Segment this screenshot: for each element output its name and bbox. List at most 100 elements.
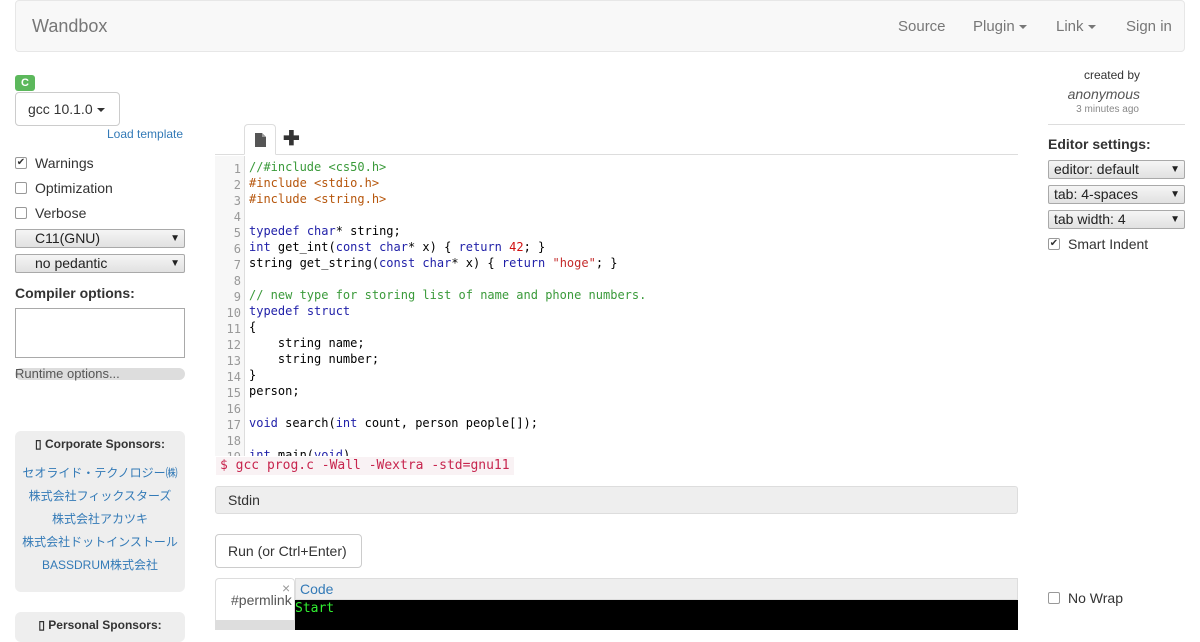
line-number: 1 xyxy=(233,162,241,176)
code-text: void search(int count, person people[]); xyxy=(249,416,539,430)
brand-logo[interactable]: Wandbox xyxy=(32,16,107,37)
author-name: anonymous xyxy=(1067,86,1140,102)
nav-signin-link[interactable]: Sign in xyxy=(1126,18,1172,35)
dropdown-arrow-icon: ▼ xyxy=(1170,164,1180,175)
runtime-options-toggle[interactable]: Runtime options... xyxy=(15,367,185,380)
sponsor-link[interactable]: 株式会社ドットインストール xyxy=(15,534,185,557)
run-button[interactable]: Run (or Ctrl+Enter) xyxy=(215,534,362,568)
line-number: 10 xyxy=(226,306,241,320)
verbose-label: Verbose xyxy=(35,205,87,221)
corporate-sponsors-title: ▯ Corporate Sponsors: xyxy=(35,437,165,451)
navbar: Wandbox Source Plugin Link Sign in xyxy=(15,0,1185,52)
code-text: // new type for storing list of name and… xyxy=(249,288,647,302)
code-line[interactable]: 15 person; xyxy=(215,384,1015,402)
nav-link-dropdown[interactable]: Link xyxy=(1056,18,1096,35)
line-number: 4 xyxy=(233,210,241,224)
std-select[interactable]: C11(GNU) ▼ xyxy=(15,229,185,248)
line-number: 7 xyxy=(233,258,241,272)
editor-mode-value: editor: default xyxy=(1054,161,1139,177)
code-text: int get_int(const char* x) { return 42; … xyxy=(249,240,546,254)
file-icon xyxy=(254,133,266,148)
code-line[interactable]: 14} xyxy=(215,368,1015,386)
close-icon[interactable]: × xyxy=(282,580,290,596)
compile-command: $ gcc prog.c -Wall -Wextra -std=gnu11 xyxy=(216,457,514,475)
code-text: { xyxy=(249,320,257,334)
code-editor[interactable]: 1 //#include <cs50.h> 2 #include <stdio.h> 3… xyxy=(215,156,1018,456)
load-template-link[interactable]: Load template xyxy=(107,127,183,141)
optimization-option[interactable]: Optimization xyxy=(15,178,113,198)
code-text: //#include <cs50.h> xyxy=(249,160,387,174)
personal-sponsors-box: ▯ Personal Sponsors: xyxy=(15,612,185,642)
warnings-checkbox[interactable]: ✔ xyxy=(15,157,27,169)
line-number: 6 xyxy=(233,242,241,256)
nav-link-label: Link xyxy=(1056,18,1084,35)
tab-width-select[interactable]: tab width: 4 ▼ xyxy=(1048,210,1185,229)
code-line[interactable]: 19 int main(void) xyxy=(215,448,1015,456)
language-badge: C xyxy=(15,75,35,91)
chevron-down-icon xyxy=(96,108,105,113)
editor-mode-select[interactable]: editor: default ▼ xyxy=(1048,160,1185,179)
verbose-checkbox[interactable] xyxy=(15,207,27,219)
program-output: Start xyxy=(295,600,1018,630)
line-number: 14 xyxy=(226,370,241,384)
sponsor-link[interactable]: BASSDRUM株式会社 xyxy=(15,557,185,580)
std-select-value: C11(GNU) xyxy=(35,230,101,246)
compiler-select-button[interactable]: gcc 10.1.0 xyxy=(15,92,120,126)
code-line[interactable]: 13 string number; xyxy=(215,352,1015,370)
line-number: 13 xyxy=(226,354,241,368)
pedantic-select-value: no pedantic xyxy=(35,255,108,271)
line-number: 15 xyxy=(226,386,241,400)
pedantic-select[interactable]: no pedantic ▼ xyxy=(15,254,185,273)
line-number: 17 xyxy=(226,418,241,432)
code-text: int main(void) xyxy=(249,448,351,456)
output-text: Start xyxy=(295,601,335,616)
editor-settings-title: Editor settings: xyxy=(1048,136,1151,152)
add-file-icon[interactable]: ✚ xyxy=(283,126,300,151)
sponsor-link[interactable]: 株式会社フィックスターズ xyxy=(15,488,185,511)
line-number: 16 xyxy=(226,402,241,416)
nav-plugin-dropdown[interactable]: Plugin xyxy=(973,18,1027,35)
stdin-toggle[interactable]: Stdin xyxy=(215,486,1018,514)
code-text: #include <string.h> xyxy=(249,192,387,206)
sponsor-link[interactable]: 株式会社アカツキ xyxy=(15,511,185,534)
line-number: 12 xyxy=(226,338,241,352)
optimization-label: Optimization xyxy=(35,180,113,196)
no-wrap-option[interactable]: No Wrap xyxy=(1048,588,1123,608)
code-line[interactable]: 10 typedef struct xyxy=(215,304,1015,322)
verbose-option[interactable]: Verbose xyxy=(15,203,86,223)
corporate-sponsors-list: セオライド・テクノロジー㈱ 株式会社フィックスターズ 株式会社アカツキ 株式会社… xyxy=(15,465,185,580)
chevron-down-icon xyxy=(1018,25,1027,30)
line-number: 2 xyxy=(233,178,241,192)
smart-indent-checkbox[interactable]: ✔ xyxy=(1048,238,1060,250)
tab-mode-value: tab: 4-spaces xyxy=(1054,186,1139,202)
tab-mode-select[interactable]: tab: 4-spaces ▼ xyxy=(1048,185,1185,204)
code-text: #include <stdio.h> xyxy=(249,176,380,190)
no-wrap-label: No Wrap xyxy=(1068,590,1123,606)
dropdown-arrow-icon: ▼ xyxy=(1170,189,1180,200)
code-text: typedef char* string; xyxy=(249,224,401,238)
code-text: person; xyxy=(249,384,300,398)
no-wrap-checkbox[interactable] xyxy=(1048,592,1060,604)
warnings-option[interactable]: ✔ Warnings xyxy=(15,153,94,173)
code-line[interactable]: 3 #include <string.h> xyxy=(215,192,1015,210)
line-number: 3 xyxy=(233,194,241,208)
file-tab[interactable] xyxy=(244,124,276,155)
code-tab[interactable]: Code xyxy=(295,578,1018,600)
corporate-sponsors-box: ▯ Corporate Sponsors: セオライド・テクノロジー㈱ 株式会社… xyxy=(15,431,185,592)
compiler-options-textarea[interactable] xyxy=(15,308,185,358)
code-text: string get_string(const char* x) { retur… xyxy=(249,256,618,270)
created-by-label: created by xyxy=(1083,68,1140,82)
sponsor-link[interactable]: セオライド・テクノロジー㈱ xyxy=(15,465,185,488)
code-text: typedef struct xyxy=(249,304,351,318)
smart-indent-label: Smart Indent xyxy=(1068,236,1149,252)
dropdown-arrow-icon: ▼ xyxy=(170,258,180,269)
code-tab-label: Code xyxy=(300,581,334,597)
nav-source-link[interactable]: Source xyxy=(898,18,946,35)
warnings-label: Warnings xyxy=(35,155,94,171)
smart-indent-option[interactable]: ✔ Smart Indent xyxy=(1048,234,1148,254)
compiler-label: gcc 10.1.0 xyxy=(28,101,93,117)
optimization-checkbox[interactable] xyxy=(15,182,27,194)
line-number: 5 xyxy=(233,226,241,240)
code-line[interactable]: 7 string get_string(const char* x) { retu… xyxy=(215,256,1015,274)
code-line[interactable]: 17 void search(int count, person people[]… xyxy=(215,416,1015,434)
